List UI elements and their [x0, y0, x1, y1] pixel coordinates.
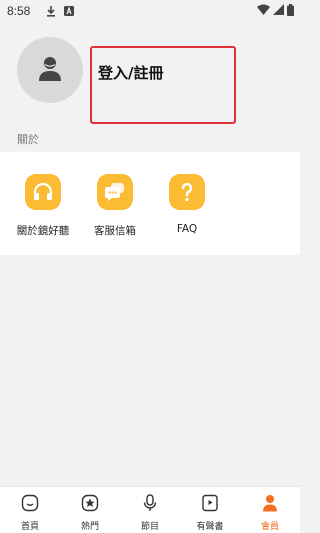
- nav-programs[interactable]: 節目: [120, 487, 180, 533]
- nav-member[interactable]: 會員: [240, 487, 300, 533]
- nav-audiobooks-label: 有聲書: [196, 522, 224, 532]
- chat-bubble-icon: [97, 174, 133, 210]
- wifi-icon: [257, 4, 270, 18]
- about-panel: 關於鏡好聽 客服信箱 FAQ: [0, 152, 300, 255]
- nav-home[interactable]: 首頁: [0, 487, 60, 533]
- about-section-label: 關於: [17, 133, 39, 146]
- nav-member-label: 會員: [260, 522, 279, 532]
- avatar[interactable]: [17, 37, 83, 103]
- status-right-group: [257, 3, 294, 19]
- play-book-icon: [201, 494, 219, 516]
- download-icon: [46, 5, 56, 17]
- signal-icon: [273, 4, 284, 18]
- notification-a-icon: [64, 6, 75, 16]
- nav-popular-label: 熱門: [80, 522, 99, 532]
- home-icon: [21, 494, 39, 516]
- nav-programs-label: 節目: [140, 522, 159, 532]
- profile-header: 登入/註冊: [0, 22, 300, 125]
- battery-icon: [287, 3, 294, 19]
- user-avatar-icon: [37, 55, 63, 85]
- customer-service-label: 客服信箱: [94, 225, 136, 237]
- about-jingfm-label: 關於鏡好聽: [16, 225, 70, 237]
- status-bar: 8:58: [0, 0, 300, 22]
- star-icon: [81, 494, 99, 516]
- microphone-icon: [141, 494, 159, 516]
- nav-home-label: 首頁: [20, 522, 39, 532]
- member-icon: [261, 494, 279, 516]
- customer-service-item[interactable]: 客服信箱: [80, 174, 150, 238]
- headphones-icon: [25, 174, 61, 210]
- nav-audiobooks[interactable]: 有聲書: [180, 487, 240, 533]
- login-register-button[interactable]: 登入/註冊: [90, 46, 236, 124]
- about-jingfm-item[interactable]: 關於鏡好聽: [8, 174, 78, 238]
- faq-label: FAQ: [176, 223, 198, 235]
- bottom-nav: 首頁 熱門 節目 有聲書 會員: [0, 486, 300, 533]
- question-icon: [169, 174, 205, 210]
- status-time: 8:58: [7, 4, 31, 18]
- nav-popular[interactable]: 熱門: [60, 487, 120, 533]
- faq-item[interactable]: FAQ: [152, 174, 222, 235]
- login-register-label: 登入/註冊: [98, 64, 164, 82]
